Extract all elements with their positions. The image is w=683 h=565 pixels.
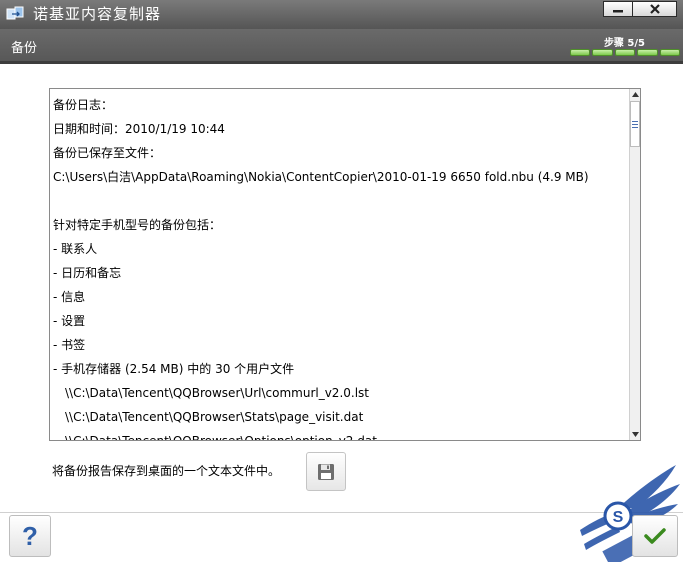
- floppy-disk-icon: [318, 463, 334, 480]
- log-line: 备份日志：: [53, 98, 114, 112]
- log-line: C:\Users\白洁\AppData\Roaming\Nokia\Conten…: [53, 170, 589, 184]
- save-report-button[interactable]: [306, 452, 346, 491]
- help-label: ?: [22, 520, 38, 551]
- log-line: \\C:\Data\Tencent\QQBrowser\Stats\page_v…: [65, 410, 364, 424]
- log-line: - 书签: [53, 338, 86, 352]
- window-controls: [603, 1, 677, 17]
- help-button[interactable]: ?: [9, 515, 51, 557]
- step-indicator: 步骤 5/5: [603, 38, 645, 49]
- minimize-button[interactable]: [603, 1, 633, 17]
- grip-icon: [632, 120, 638, 128]
- log-line: \\C:\Data\Tencent\QQBrowser\Url\commurl_…: [65, 386, 369, 400]
- checkmark-icon: [644, 528, 666, 544]
- app-icon: [6, 6, 24, 20]
- log-line: 日期和时间：2010/1/19 10:44: [53, 122, 225, 136]
- scroll-thumb[interactable]: [630, 101, 640, 147]
- triangle-down-icon: [631, 432, 639, 437]
- log-line: - 联系人: [53, 242, 98, 256]
- log-line: 备份已保存至文件：: [53, 146, 162, 160]
- title-bar: 诺基亚内容复制器: [0, 0, 683, 29]
- window-title: 诺基亚内容复制器: [33, 5, 162, 23]
- progress-segment: [570, 49, 591, 56]
- log-line: \\C:\Data\Tencent\QQBrowser\Options\opti…: [65, 434, 377, 441]
- backup-log-box[interactable]: 备份日志： 日期和时间：2010/1/19 10:44 备份已保存至文件： C:\Us…: [49, 88, 641, 441]
- close-button[interactable]: [633, 1, 677, 17]
- progress-segment: [614, 49, 636, 56]
- svg-text:S: S: [613, 509, 624, 526]
- page-title: 备份: [11, 41, 38, 56]
- progress-segment: [659, 49, 681, 56]
- finish-button[interactable]: [632, 515, 678, 557]
- log-line: - 设置: [53, 314, 86, 328]
- log-scrollbar[interactable]: [629, 89, 640, 440]
- step-header: 备份 步骤 5/5: [0, 29, 683, 64]
- scroll-up-arrow[interactable]: [630, 89, 640, 100]
- minimize-icon: [613, 10, 623, 13]
- scroll-down-arrow[interactable]: [630, 429, 640, 440]
- log-line: - 手机存储器 (2.54 MB) 中的 30 个用户文件: [53, 362, 295, 376]
- triangle-up-icon: [631, 92, 639, 97]
- progress-segment: [637, 49, 658, 56]
- log-line: - 日历和备忘: [53, 266, 122, 280]
- step-progress-bar: [570, 49, 681, 56]
- backup-log-content: 备份日志： 日期和时间：2010/1/19 10:44 备份已保存至文件： C:\Us…: [53, 93, 628, 441]
- log-line: 针对特定手机型号的备份包括：: [53, 218, 222, 232]
- log-line: - 信息: [53, 290, 86, 304]
- progress-segment: [592, 49, 613, 56]
- save-report-text: 将备份报告保存到桌面的一个文本文件中。: [52, 464, 281, 478]
- close-icon: [649, 4, 660, 14]
